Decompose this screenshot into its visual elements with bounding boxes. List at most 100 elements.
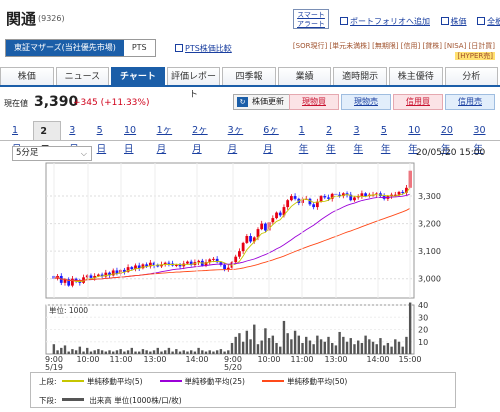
candle-body (289, 196, 293, 201)
volume-bar (104, 351, 108, 354)
candle-body (156, 265, 160, 267)
legend-swatch (261, 380, 284, 382)
volume-bar (238, 333, 241, 354)
candle-body (174, 264, 178, 266)
volume-bar (331, 342, 334, 354)
candle-body (178, 264, 182, 267)
volume-bar (327, 336, 330, 354)
volume-bar (319, 339, 323, 354)
volume-bar (271, 335, 275, 354)
candle-body (167, 262, 171, 264)
volume-bar (82, 351, 85, 354)
volume-bar (149, 351, 152, 354)
volume-bar (134, 351, 137, 354)
volume-bar (175, 349, 178, 354)
volume-bar (349, 338, 352, 354)
candle-body (223, 264, 226, 270)
volume-bar (156, 347, 159, 354)
candle-body (260, 223, 264, 230)
volume-bar (345, 341, 349, 354)
volume-bar (178, 351, 182, 354)
candle-body (275, 212, 278, 219)
legend-upper: 上段: 単純移動平均(5) 単純移動平均(25) 単純移動平均(50) (39, 377, 348, 386)
volume-bar (364, 335, 367, 354)
date-label: 5/19 (45, 363, 63, 372)
candle-body (278, 212, 282, 216)
volume-bar (160, 351, 163, 354)
volume-bar (52, 344, 56, 354)
time-tick-label: 14:00 (185, 355, 208, 364)
candle-body (71, 278, 74, 286)
candle-body (319, 196, 323, 202)
legend-lower: 下段: 出来高 単位(1000株/口/枚) (39, 396, 182, 405)
candle-body (323, 196, 327, 198)
volume-bar (371, 341, 375, 354)
volume-bar (245, 330, 249, 354)
volume-bar (356, 340, 360, 354)
time-tick-label: 10:00 (257, 355, 280, 364)
volume-bar (390, 346, 393, 354)
volume-bar (305, 336, 308, 354)
price-plot-frame (45, 162, 415, 299)
candle-body (234, 256, 238, 263)
volume-bar (253, 324, 256, 354)
candle-body (286, 200, 290, 208)
volume-bar (197, 347, 200, 354)
candle-body (226, 267, 230, 270)
volume-bar (138, 351, 141, 354)
volume-bar (301, 342, 304, 354)
volume-bar (74, 350, 78, 354)
volume-bar (212, 351, 215, 354)
candle-body (241, 242, 245, 252)
candle-body (397, 191, 401, 195)
volume-bar (382, 345, 386, 354)
volume-bar (394, 339, 397, 354)
volume-bar (308, 340, 312, 354)
volume-bar (256, 344, 260, 354)
volume-bar (249, 339, 252, 354)
legend-swatch (159, 380, 182, 382)
volume-bar (234, 336, 237, 354)
legend-ma-1: 単純移動平均(25) (157, 377, 245, 386)
volume-bar (279, 346, 282, 354)
volume-bar (323, 341, 326, 354)
volume-bar (223, 351, 226, 354)
candle-body (312, 204, 316, 208)
volume-bar (163, 350, 167, 354)
volume-bar (126, 350, 130, 354)
time-tick-label: 10:00 (76, 355, 99, 364)
volume-bar (312, 344, 315, 354)
volume-bar (401, 346, 404, 354)
volume-bar (86, 347, 89, 354)
volume-bar (130, 347, 133, 354)
volume-bar (260, 340, 263, 354)
candle-body (364, 193, 368, 197)
volume-bar (397, 341, 401, 354)
volume-bar (193, 351, 197, 354)
volume-bar (93, 350, 96, 354)
time-tick-label: 11:00 (290, 355, 313, 364)
date-label: 5/20 (224, 363, 242, 372)
volume-bar (408, 302, 412, 354)
volume-bar (375, 344, 378, 354)
volume-bar (267, 338, 271, 354)
candle-body (401, 191, 405, 193)
candle-body (89, 275, 93, 278)
volume-bar (368, 339, 371, 354)
time-tick-label: 14:00 (366, 355, 389, 364)
volume-bar (60, 347, 63, 354)
volume-bar (219, 349, 223, 354)
volume-bar (67, 351, 70, 354)
volume-bar (112, 351, 115, 354)
volume-unit-label: 単位: 1000 (49, 305, 88, 315)
volume-bar (334, 345, 338, 354)
candle-body (245, 236, 249, 243)
volume-bar (167, 347, 171, 354)
price-tick-label: 3,100 (418, 247, 441, 256)
volume-bar (182, 350, 185, 354)
volume-bar (282, 320, 286, 354)
volume-bar (379, 338, 382, 354)
volume-tick-label: 30 (418, 313, 428, 322)
candle-body (249, 236, 252, 242)
candle-body (353, 197, 356, 201)
